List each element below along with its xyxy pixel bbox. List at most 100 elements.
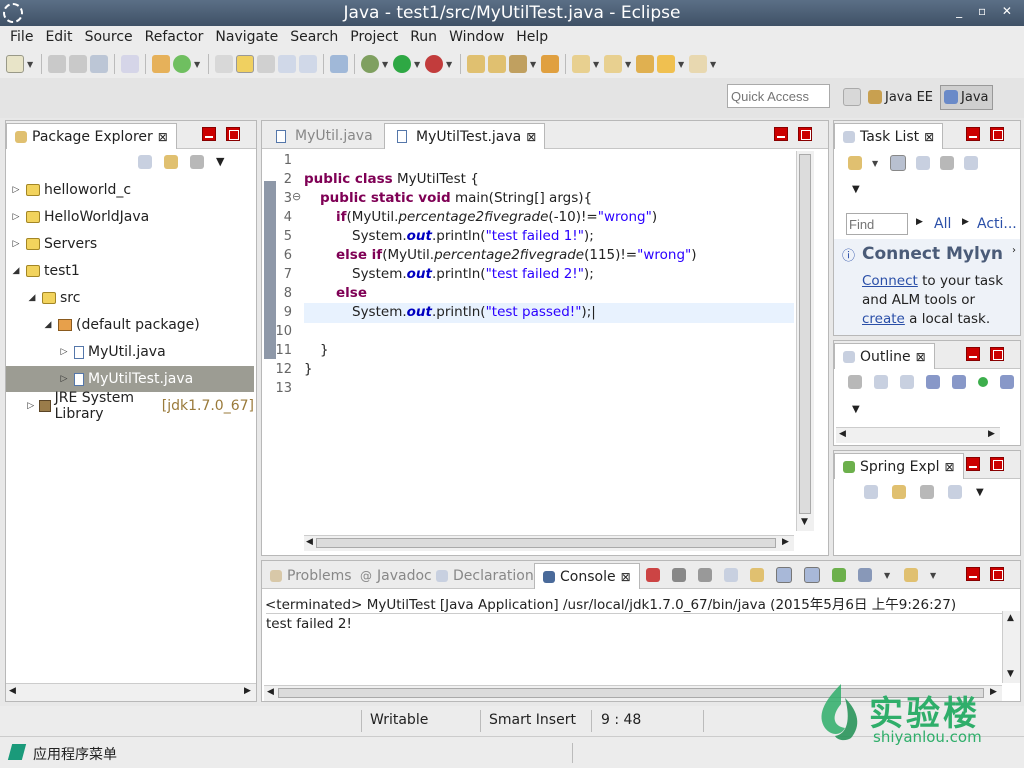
- new-task-icon[interactable]: [848, 156, 862, 170]
- package-explorer-hscroll[interactable]: ◀ ▶: [6, 683, 256, 701]
- toggle-mark-icon[interactable]: [257, 55, 275, 73]
- editor-hscroll[interactable]: ◀ ▶: [304, 535, 794, 551]
- tree-expand-icon[interactable]: ▷: [58, 374, 70, 384]
- print-icon[interactable]: [90, 55, 108, 73]
- view-menu-icon[interactable]: ▼: [852, 404, 860, 415]
- tree-item[interactable]: ▷ MyUtilTest.java: [6, 366, 254, 392]
- scroll-up-icon[interactable]: ▲: [1007, 613, 1014, 623]
- show-whitespace-icon[interactable]: [299, 55, 317, 73]
- editor-hscroll-thumb[interactable]: [316, 538, 776, 548]
- scroll-right-icon[interactable]: ▶: [988, 429, 995, 439]
- pin-icon[interactable]: [330, 55, 348, 73]
- next-annotation-icon[interactable]: [572, 55, 590, 73]
- sort-icon[interactable]: [900, 375, 914, 389]
- focus-icon[interactable]: [920, 485, 934, 499]
- pin-console-icon[interactable]: [832, 568, 846, 582]
- forward-icon[interactable]: [689, 55, 707, 73]
- close-icon[interactable]: ⊠: [158, 130, 168, 144]
- code-line-8[interactable]: else: [336, 285, 367, 301]
- minimize-icon[interactable]: [966, 347, 980, 361]
- categorized-icon[interactable]: [890, 155, 906, 171]
- menu-source[interactable]: Source: [79, 26, 139, 50]
- brush-dropdown-icon[interactable]: ▼: [530, 60, 538, 69]
- tree-item[interactable]: ▷ Servers: [6, 231, 254, 257]
- perspective-java-ee[interactable]: Java EE: [865, 86, 936, 109]
- show-stdout-icon[interactable]: [776, 567, 792, 583]
- run-dropdown-icon[interactable]: ▼: [414, 60, 422, 69]
- binary-icon[interactable]: [121, 55, 139, 73]
- menu-project[interactable]: Project: [344, 26, 404, 50]
- minimize-icon[interactable]: [966, 567, 980, 581]
- maximize-icon[interactable]: [990, 457, 1004, 471]
- minimize-icon[interactable]: [202, 127, 216, 141]
- open-task-icon[interactable]: [467, 55, 485, 73]
- minimize-icon[interactable]: [966, 127, 980, 141]
- link-icon[interactable]: [964, 156, 978, 170]
- code-line-3[interactable]: public static void main(String[] args){: [320, 190, 592, 206]
- tree-expand-icon[interactable]: ◢: [42, 320, 54, 330]
- tree-expand-icon[interactable]: ▷: [10, 239, 22, 249]
- filter-all-link[interactable]: All: [934, 216, 951, 232]
- scroll-down-icon[interactable]: ▼: [801, 517, 808, 527]
- tree-item[interactable]: ◢ (default package): [6, 312, 254, 338]
- focus-icon[interactable]: [940, 156, 954, 170]
- focus-icon[interactable]: [190, 155, 204, 169]
- view-menu-icon[interactable]: ▼: [216, 155, 224, 169]
- tree-expand-icon[interactable]: ▷: [10, 212, 22, 222]
- tab-problems[interactable]: Problems: [262, 563, 360, 589]
- tree-expand-icon[interactable]: ◢: [10, 266, 22, 276]
- menu-help[interactable]: Help: [510, 26, 554, 50]
- maximize-icon[interactable]: [990, 127, 1004, 141]
- editor-vscroll[interactable]: ▼: [796, 151, 814, 531]
- tab-myutil-java[interactable]: MyUtil.java: [264, 123, 381, 149]
- tree-expand-icon[interactable]: ▷: [10, 185, 22, 195]
- next-annotation-dropdown-icon[interactable]: ▼: [593, 60, 601, 69]
- tab-javadoc[interactable]: @ Javadoc: [352, 563, 440, 589]
- menu-search[interactable]: Search: [284, 26, 344, 50]
- collapse-all-icon[interactable]: [874, 375, 888, 389]
- refresh-dropdown-icon[interactable]: ▼: [194, 60, 202, 69]
- maximize-icon[interactable]: [990, 567, 1004, 581]
- link-with-editor-icon[interactable]: [164, 155, 178, 169]
- menu-edit[interactable]: Edit: [39, 26, 78, 50]
- tab-task-list[interactable]: Task List ⊠: [834, 123, 944, 149]
- code-line-12[interactable]: }: [304, 361, 313, 377]
- tree-item[interactable]: ▷ JRE System Library [jdk1.7.0_67]: [6, 390, 254, 422]
- save-icon[interactable]: [48, 55, 66, 73]
- code-line-2[interactable]: public class MyUtilTest {: [304, 171, 479, 187]
- minimize-icon[interactable]: [774, 127, 788, 141]
- code-line-7[interactable]: System.out.println("test failed 2!");: [352, 266, 594, 282]
- close-icon[interactable]: ⊠: [526, 130, 536, 144]
- editor-vscroll-thumb[interactable]: [799, 154, 811, 514]
- maximize-icon[interactable]: [798, 127, 812, 141]
- hide-local-types-icon[interactable]: [1000, 375, 1014, 389]
- open-console-dropdown-icon[interactable]: ▼: [930, 571, 938, 580]
- open-resource-icon[interactable]: [541, 55, 559, 73]
- tab-package-explorer[interactable]: Package Explorer ⊠: [6, 123, 177, 149]
- prev-annotation-dropdown-icon[interactable]: ▼: [625, 60, 633, 69]
- new-package-icon[interactable]: [152, 55, 170, 73]
- forward-dropdown-icon[interactable]: ▼: [710, 60, 718, 69]
- link-with-editor-icon[interactable]: [892, 485, 906, 499]
- scroll-left-icon[interactable]: ◀: [839, 429, 846, 439]
- last-edit-icon[interactable]: [636, 55, 654, 73]
- brush-icon[interactable]: [509, 55, 527, 73]
- sort-icon[interactable]: [948, 485, 962, 499]
- close-icon[interactable]: ⊠: [916, 350, 926, 364]
- tree-item[interactable]: ▷ MyUtil.java: [6, 339, 254, 365]
- save-all-icon[interactable]: [69, 55, 87, 73]
- apps-menu-icon[interactable]: [7, 744, 27, 760]
- outline-hscroll[interactable]: ◀ ▶: [836, 427, 1000, 443]
- code-line-9[interactable]: System.out.println("test passed!");|: [352, 304, 596, 320]
- external-tools-icon[interactable]: [425, 55, 443, 73]
- focus-icon[interactable]: [848, 375, 862, 389]
- display-console-dropdown-icon[interactable]: ▼: [884, 571, 892, 580]
- code-line-11[interactable]: }: [320, 342, 329, 358]
- connect-link[interactable]: Connect: [862, 273, 918, 289]
- tab-spring-explorer[interactable]: Spring Expl ⊠: [834, 453, 964, 479]
- code-line-5[interactable]: System.out.println("test failed 1!");: [352, 228, 594, 244]
- scroll-lock-icon[interactable]: [750, 568, 764, 582]
- tree-expand-icon[interactable]: ▷: [58, 347, 70, 357]
- fold-icon[interactable]: ⊖: [292, 190, 301, 203]
- view-menu-icon[interactable]: ▼: [852, 184, 860, 195]
